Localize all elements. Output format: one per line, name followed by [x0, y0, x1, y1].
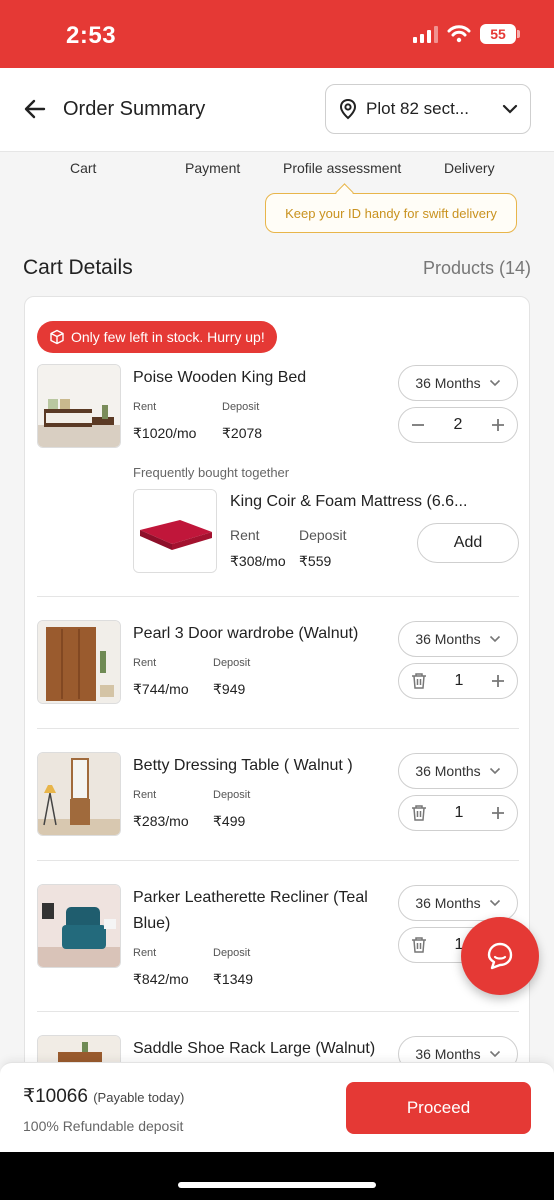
- back-arrow-icon[interactable]: [22, 96, 48, 122]
- home-indicator[interactable]: [178, 1182, 376, 1188]
- stock-badge-text: Only few left in stock. Hurry up!: [71, 329, 265, 345]
- deposit-value: ₹1349: [213, 971, 254, 987]
- total-amount: ₹10066 (Payable today): [23, 1085, 184, 1108]
- product-image-wardrobe[interactable]: [37, 620, 121, 704]
- status-icons: 55: [413, 24, 520, 44]
- rent-label: Rent: [133, 947, 157, 959]
- refundable-note: 100% Refundable deposit: [23, 1118, 184, 1134]
- product-name: Poise Wooden King Bed: [133, 369, 307, 386]
- signal-icon: [413, 25, 438, 43]
- tenure-value: 36 Months: [415, 763, 481, 779]
- fbt-product-name: King Coir & Foam Mattress (6.6...: [230, 493, 468, 510]
- trash-icon[interactable]: [411, 804, 427, 822]
- checkout-bar: ₹10066 (Payable today) 100% Refundable d…: [0, 1062, 554, 1152]
- chevron-down-icon: [489, 899, 500, 907]
- chevron-down-icon: [489, 635, 500, 643]
- product-name: Betty Dressing Table ( Walnut ): [133, 757, 353, 774]
- fbt-label: Frequently bought together: [133, 465, 290, 480]
- tenure-value: 36 Months: [415, 1046, 481, 1062]
- rent-value: ₹842/mo: [133, 971, 189, 987]
- product-name: Parker Leatherette Recliner (Teal Blue): [133, 889, 368, 932]
- divider: [37, 596, 519, 597]
- quantity-stepper: 1: [398, 795, 518, 831]
- divider: [37, 860, 519, 861]
- rent-value: ₹283/mo: [133, 813, 189, 829]
- product-name: Saddle Shoe Rack Large (Walnut): [133, 1040, 376, 1057]
- quantity-value: 1: [454, 672, 464, 689]
- rent-value: ₹744/mo: [133, 681, 189, 697]
- tenure-select[interactable]: 36 Months: [398, 753, 518, 789]
- stock-badge: Only few left in stock. Hurry up!: [37, 321, 277, 353]
- minus-icon[interactable]: [411, 418, 425, 432]
- chat-button[interactable]: [461, 917, 539, 995]
- chevron-down-icon: [502, 104, 518, 114]
- home-indicator-bar: [0, 1152, 554, 1200]
- total-value: ₹10066: [23, 1086, 88, 1107]
- rent-label: Rent: [133, 401, 157, 413]
- fbt-deposit-value: ₹559: [299, 553, 332, 569]
- rent-value: ₹1020/mo: [133, 425, 197, 441]
- quantity-value: 2: [453, 416, 463, 433]
- checkout-steps: Cart Payment Profile assessment Delivery…: [0, 152, 554, 242]
- tenure-value: 36 Months: [415, 631, 481, 647]
- delivery-tooltip: Keep your ID handy for swift delivery: [265, 193, 517, 233]
- step-payment: Payment: [185, 160, 241, 176]
- trash-icon[interactable]: [411, 936, 427, 954]
- step-delivery: Delivery: [444, 160, 495, 176]
- rent-label: Rent: [133, 657, 157, 669]
- plus-icon[interactable]: [491, 418, 505, 432]
- deposit-label: Deposit: [213, 789, 251, 801]
- wifi-icon: [447, 25, 471, 43]
- plus-icon[interactable]: [491, 674, 505, 688]
- quantity-stepper: 2: [398, 407, 518, 443]
- divider: [37, 1011, 519, 1012]
- location-text: Plot 82 sect...: [366, 99, 469, 118]
- product-image-dressing-table[interactable]: [37, 752, 121, 836]
- add-button[interactable]: Add: [417, 523, 519, 563]
- chevron-down-icon: [489, 767, 500, 775]
- cart-details-title: Cart Details: [23, 256, 133, 279]
- fbt-deposit-label: Deposit: [299, 527, 347, 543]
- plus-icon[interactable]: [491, 806, 505, 820]
- box-icon: [50, 329, 64, 345]
- product-image-bed[interactable]: [37, 364, 121, 448]
- products-count: Products (14): [422, 258, 531, 278]
- status-time: 2:53: [66, 22, 117, 49]
- fbt-rent-label: Rent: [230, 527, 260, 543]
- quantity-stepper: 1: [398, 663, 518, 699]
- fbt-rent-value: ₹308/mo: [230, 553, 286, 569]
- trash-icon[interactable]: [411, 672, 427, 690]
- tenure-select[interactable]: 36 Months: [398, 621, 518, 657]
- payable-today-label: (Payable today): [93, 1090, 185, 1105]
- page-title: Order Summary: [63, 98, 206, 120]
- divider: [37, 728, 519, 729]
- deposit-value: ₹499: [213, 813, 246, 829]
- proceed-button[interactable]: Proceed: [346, 1082, 531, 1134]
- step-cart: Cart: [70, 160, 97, 176]
- deposit-value: ₹949: [213, 681, 246, 697]
- chevron-down-icon: [489, 379, 500, 387]
- deposit-label: Deposit: [213, 657, 251, 669]
- chat-icon: [487, 942, 513, 970]
- header: Order Summary Plot 82 sect...: [0, 68, 554, 152]
- location-pin-icon: [339, 98, 357, 120]
- status-bar: 2:53 55: [0, 0, 554, 68]
- product-name: Pearl 3 Door wardrobe (Walnut): [133, 625, 359, 642]
- tenure-value: 36 Months: [415, 375, 481, 391]
- location-selector[interactable]: Plot 82 sect...: [325, 84, 531, 134]
- product-image-mattress[interactable]: [133, 489, 217, 573]
- deposit-value: ₹2078: [222, 425, 263, 441]
- quantity-value: 1: [454, 804, 464, 821]
- battery-icon: 55: [480, 24, 520, 44]
- deposit-label: Deposit: [222, 401, 260, 413]
- cart-card: Only few left in stock. Hurry up! Poise …: [24, 296, 530, 1096]
- deposit-label: Deposit: [213, 947, 251, 959]
- product-image-recliner[interactable]: [37, 884, 121, 968]
- tenure-select[interactable]: 36 Months: [398, 365, 518, 401]
- chevron-down-icon: [489, 1050, 500, 1058]
- rent-label: Rent: [133, 789, 157, 801]
- tenure-select[interactable]: 36 Months: [398, 885, 518, 921]
- step-profile-assessment: Profile assessment: [283, 160, 402, 176]
- tenure-value: 36 Months: [415, 895, 481, 911]
